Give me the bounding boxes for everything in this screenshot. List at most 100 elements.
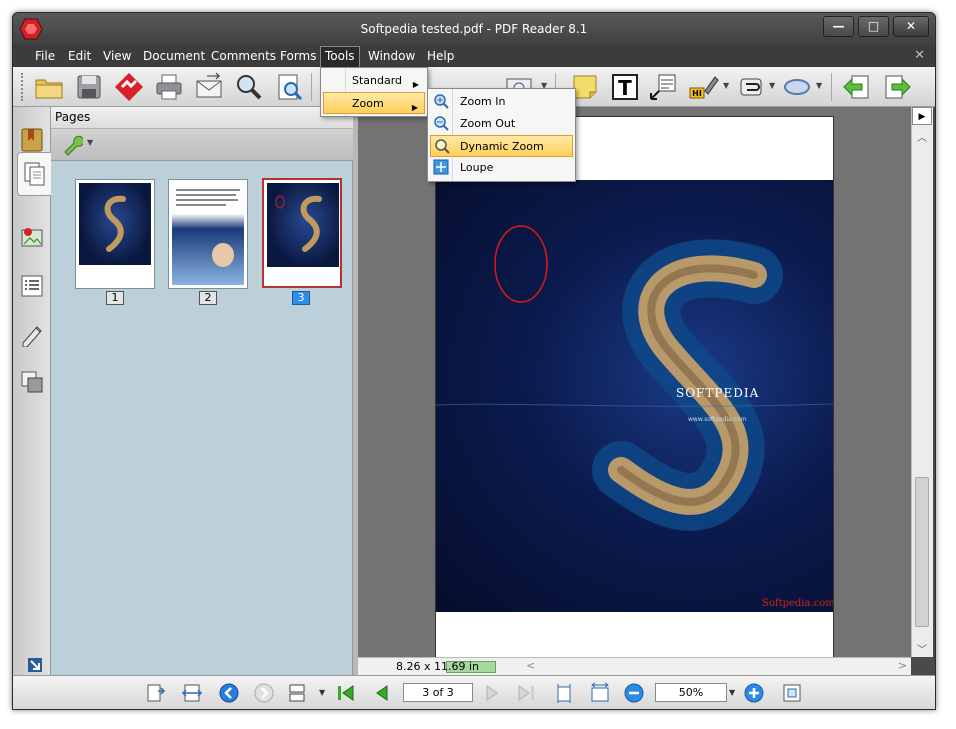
- menu-item-zoom-in[interactable]: Zoom In: [430, 91, 573, 113]
- vertical-scrollbar[interactable]: ▶ ︿ ﹀: [911, 107, 933, 657]
- zoom-in-button-icon[interactable]: [743, 682, 765, 704]
- scroll-up-icon[interactable]: ︿: [917, 129, 927, 144]
- save-disk-icon[interactable]: [73, 71, 105, 103]
- wrench-options-icon[interactable]: [61, 134, 83, 156]
- first-page-icon[interactable]: [335, 682, 357, 704]
- page-number-1[interactable]: 1: [106, 291, 124, 305]
- actual-size-icon[interactable]: [589, 682, 611, 704]
- shape-dropdown-icon[interactable]: ▼: [816, 81, 822, 90]
- zoom-out-button-icon[interactable]: [623, 682, 645, 704]
- single-page-view-icon[interactable]: [286, 682, 308, 704]
- menu-item-zoom-out-label: Zoom Out: [460, 117, 516, 130]
- close-icon: ✕: [905, 19, 917, 33]
- document-viewport[interactable]: SOFTPEDIA www.softpedia.com Softpedia.co…: [358, 107, 911, 676]
- menu-tools[interactable]: Tools: [320, 46, 360, 67]
- scroll-right-arrow-icon[interactable]: ▶: [912, 107, 932, 125]
- highlight-icon[interactable]: HI: [687, 71, 719, 103]
- thumbnail-image: [267, 183, 339, 267]
- find-in-document-icon[interactable]: [273, 71, 305, 103]
- page-thumbnail-1[interactable]: [75, 179, 155, 289]
- dynamic-zoom-icon: [435, 139, 450, 154]
- svg-text:T: T: [618, 76, 632, 100]
- page-number-2[interactable]: 2: [199, 291, 217, 305]
- page-number-field[interactable]: 3 of 3: [403, 683, 473, 702]
- scroll-down-icon[interactable]: ﹀: [917, 641, 927, 656]
- attachment-icon[interactable]: [735, 71, 767, 103]
- menu-item-dynamic-zoom-label: Dynamic Zoom: [460, 140, 544, 153]
- page-size-label: 8.26 x 11.69 in: [396, 660, 480, 673]
- open-folder-icon[interactable]: [33, 71, 65, 103]
- island-artwork: [436, 225, 833, 531]
- pages-icon: [24, 162, 45, 186]
- signatures-icon[interactable]: [19, 321, 45, 347]
- title-bar: Softpedia tested.pdf - PDF Reader 8.1 — …: [13, 13, 935, 45]
- menu-item-dynamic-zoom[interactable]: Dynamic Zoom: [430, 135, 573, 157]
- menu-view[interactable]: View: [103, 48, 131, 66]
- menu-item-loupe-label: Loupe: [460, 161, 494, 174]
- scroll-left-icon[interactable]: <: [526, 659, 535, 672]
- fit-page-icon[interactable]: [145, 682, 167, 704]
- loupe-icon: [433, 159, 449, 175]
- expand-panel-icon[interactable]: [27, 657, 43, 673]
- minimize-button[interactable]: —: [823, 16, 854, 37]
- menu-window[interactable]: Window: [368, 48, 415, 66]
- zoom-dropdown-icon[interactable]: ▼: [729, 688, 735, 697]
- text-tool-icon[interactable]: T: [609, 71, 641, 103]
- pages-tab[interactable]: [17, 152, 51, 196]
- previous-view-icon[interactable]: [841, 71, 873, 103]
- close-document-icon[interactable]: ✕: [914, 48, 925, 63]
- menu-forms[interactable]: Forms: [280, 48, 316, 66]
- forward-icon[interactable]: [253, 682, 275, 704]
- page-number-3[interactable]: 3: [292, 291, 310, 305]
- thumbnail-ellipse-mark: [275, 195, 285, 209]
- print-icon[interactable]: [153, 71, 185, 103]
- next-view-icon[interactable]: [881, 71, 913, 103]
- back-icon[interactable]: [218, 682, 240, 704]
- fit-width-icon[interactable]: [181, 682, 203, 704]
- crop-page-icon[interactable]: [553, 682, 575, 704]
- full-screen-icon[interactable]: [781, 682, 803, 704]
- previous-page-icon[interactable]: [371, 682, 393, 704]
- maximize-button[interactable]: □: [858, 16, 889, 37]
- callout-icon[interactable]: [647, 71, 679, 103]
- page-view-dropdown-icon[interactable]: ▼: [319, 688, 325, 697]
- image-caption: SOFTPEDIA: [676, 386, 760, 400]
- menu-item-standard-label: Standard: [352, 74, 403, 87]
- pdf-page[interactable]: SOFTPEDIA www.softpedia.com Softpedia.co…: [435, 116, 834, 676]
- thumbnail-image: [79, 183, 151, 265]
- menu-comments[interactable]: Comments: [211, 48, 276, 66]
- attachments-panel-icon[interactable]: [19, 225, 45, 251]
- search-icon[interactable]: [233, 71, 265, 103]
- menu-item-loupe[interactable]: Loupe: [430, 157, 573, 179]
- close-button[interactable]: ✕: [893, 16, 929, 37]
- zoom-level-field[interactable]: 50%: [655, 683, 727, 702]
- last-page-icon[interactable]: [515, 682, 537, 704]
- thumbnail-image: [172, 183, 244, 285]
- scroll-right-icon[interactable]: >: [898, 659, 907, 672]
- ellipse-shape-icon[interactable]: [781, 71, 813, 103]
- menu-item-zoom[interactable]: Zoom ▶: [323, 92, 425, 114]
- menu-edit[interactable]: Edit: [68, 48, 91, 66]
- vertical-scroll-thumb[interactable]: [915, 477, 929, 627]
- comments-list-icon[interactable]: [19, 273, 45, 299]
- layers-icon[interactable]: [19, 369, 45, 395]
- menu-item-standard[interactable]: Standard ▶: [323, 70, 425, 92]
- email-icon[interactable]: [193, 71, 225, 103]
- page-thumbnail-3[interactable]: [262, 178, 342, 288]
- maximize-icon: □: [867, 19, 880, 33]
- menu-help[interactable]: Help: [427, 48, 454, 66]
- island-graphic: [104, 195, 126, 252]
- options-dropdown-icon[interactable]: ▼: [87, 138, 93, 147]
- toolbar-grip[interactable]: [21, 73, 25, 101]
- menu-item-zoom-out[interactable]: Zoom Out: [430, 113, 573, 135]
- page-thumbnail-2[interactable]: [168, 179, 248, 289]
- attachment-dropdown-icon[interactable]: ▼: [769, 81, 775, 90]
- menu-file[interactable]: File: [35, 48, 55, 66]
- pdf-reader-logo-icon[interactable]: [113, 71, 145, 103]
- highlight-dropdown-icon[interactable]: ▼: [723, 81, 729, 90]
- svg-text:HI: HI: [692, 89, 702, 98]
- next-page-icon[interactable]: [481, 682, 503, 704]
- bookmarks-icon[interactable]: [19, 127, 45, 153]
- menu-document[interactable]: Document: [143, 48, 205, 66]
- pages-panel-header: Pages: [51, 107, 353, 129]
